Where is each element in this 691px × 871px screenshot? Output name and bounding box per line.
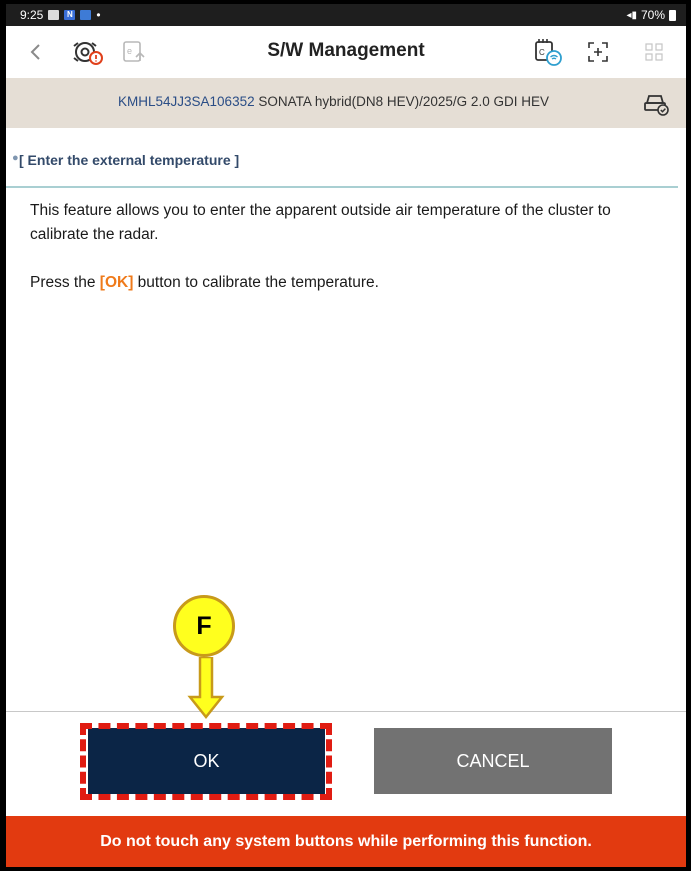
ok-highlight-text: [OK] (99, 274, 134, 291)
ecu-upload-icon[interactable]: e (116, 34, 152, 70)
vehicle-description: SONATA hybrid(DN8 HEV)/2025/G 2.0 GDI HE… (258, 94, 549, 109)
battery-icon (669, 9, 676, 21)
news-icon: N (64, 10, 76, 20)
section-header: ● [ Enter the external temperature ] (6, 144, 678, 188)
vin-number: KMHL54JJ3SA106352 (118, 94, 255, 109)
down-arrow-icon (187, 657, 225, 719)
cancel-button[interactable]: CANCEL (374, 728, 612, 794)
vehicle-info-bar: KMHL54JJ3SA106352 SONATA hybrid(DN8 HEV)… (6, 78, 686, 128)
gallery-icon (48, 10, 60, 20)
warning-banner: Do not touch any system buttons while pe… (6, 816, 686, 867)
grid-menu-icon[interactable] (636, 34, 672, 70)
callout-badge: F (173, 595, 235, 657)
fullscreen-icon[interactable] (580, 34, 616, 70)
section-title: [ Enter the external temperature ] (19, 152, 240, 168)
vci-wireless-icon[interactable]: C (530, 34, 566, 70)
vehicle-check-icon[interactable] (642, 89, 670, 120)
instructions: This feature allows you to enter the app… (30, 199, 666, 319)
divider (6, 711, 686, 712)
status-bar: 9:25 N • ◂▮ 70% (6, 4, 686, 26)
app-frame: 9:25 N • ◂▮ 70% e S/W Management C KMHL5… (6, 4, 686, 867)
diagnosis-alert-icon[interactable] (70, 34, 106, 70)
battery-level: 70% (640, 8, 665, 22)
ok-button[interactable]: OK (88, 728, 325, 794)
wifi-signal-icon: ◂▮ (626, 9, 637, 21)
instruction-line-2: Press the [OK] button to calibrate the t… (30, 274, 379, 291)
clock: 9:25 (20, 8, 44, 22)
svg-text:e: e (127, 46, 132, 56)
back-icon[interactable] (18, 34, 54, 70)
samsung-app-icon (80, 10, 92, 20)
top-toolbar: e S/W Management C (6, 26, 686, 78)
dot-icon: • (96, 8, 101, 22)
bullet-icon: ● (12, 152, 19, 164)
instruction-line-1: This feature allows you to enter the app… (30, 202, 611, 243)
svg-text:C: C (539, 48, 545, 57)
